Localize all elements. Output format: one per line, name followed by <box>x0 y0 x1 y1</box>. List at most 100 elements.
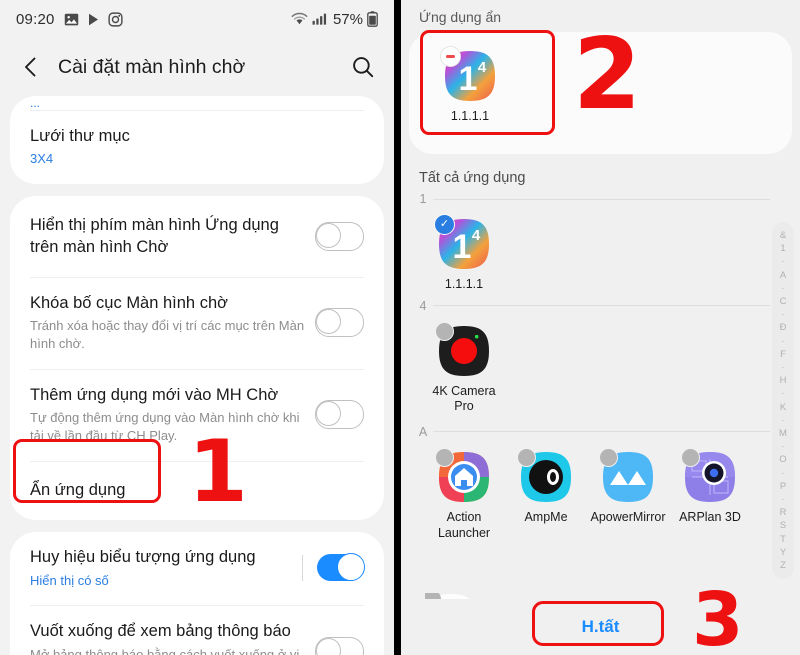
step-number-1: 1 <box>188 422 248 522</box>
alphabet-index-letter[interactable]: · <box>781 387 784 400</box>
back-arrow-icon[interactable] <box>18 54 44 80</box>
setting-title: Khóa bố cục Màn hình chờ <box>30 293 228 312</box>
app-item[interactable]: 1 4 ✓ 1.1.1.1 <box>423 214 505 293</box>
hidden-app-item[interactable]: 1 4 1.1.1.1 <box>429 46 511 125</box>
setting-title: Lưới thư mục <box>30 127 130 145</box>
app-icon-arplan-3d <box>681 447 736 503</box>
setting-row-lock-layout[interactable]: Khóa bố cục Màn hình chờ Tránh xóa hoặc … <box>10 278 384 369</box>
group-index-letter: A <box>418 424 428 439</box>
setting-row-show-apps-key[interactable]: Hiển thị phím màn hình Ứng dụng trên màn… <box>10 196 384 277</box>
status-right-icons: 57% <box>291 11 378 28</box>
dot-badge-icon[interactable] <box>435 447 454 467</box>
toggle-add-new-apps[interactable] <box>315 399 364 429</box>
alphabet-index-letter[interactable]: F <box>780 348 786 361</box>
done-button[interactable]: H.tất <box>582 617 620 637</box>
alphabet-index-letter[interactable]: Đ <box>780 321 787 334</box>
alphabet-index-letter[interactable]: · <box>781 493 784 506</box>
settings-card-grid: ... Lưới thư mục 3X4 <box>10 96 384 185</box>
app-group-4: 4K Camera Pro <box>401 313 800 415</box>
divider <box>302 554 303 581</box>
setting-title: Vuốt xuống để xem bảng thông báo <box>30 622 291 641</box>
settings-card-badges: Huy hiệu biểu tượng ứng dụng Hiển thị có… <box>10 532 384 655</box>
app-label: AmpMe <box>524 509 568 524</box>
app-item[interactable]: ARPlan 3D <box>669 447 751 541</box>
divider <box>433 305 770 307</box>
group-header-4: 4 <box>401 299 800 313</box>
gallery-icon <box>64 12 79 27</box>
alphabet-index-letter[interactable]: & <box>780 229 786 242</box>
app-label: 4K Camera Pro <box>432 383 496 414</box>
alphabet-index-letter[interactable]: Z <box>780 559 786 572</box>
group-index-letter: 1 <box>419 192 427 206</box>
alphabet-index-letter[interactable]: · <box>781 361 784 374</box>
panel-divider <box>394 0 401 655</box>
alphabet-index-letter[interactable]: P <box>780 480 786 493</box>
svg-text:4: 4 <box>472 227 481 244</box>
alphabet-index-letter[interactable]: · <box>781 335 784 348</box>
alphabet-index-letter[interactable]: · <box>781 308 784 321</box>
app-label: ApowerMirror <box>590 509 666 524</box>
app-bar: Cài đặt màn hình chờ <box>0 38 394 96</box>
setting-subtitle: Tránh xóa hoặc thay đổi vị trí các mục t… <box>30 318 305 351</box>
app-item[interactable]: 4K Camera Pro <box>423 321 505 415</box>
setting-row-swipe-notification[interactable]: Vuốt xuống để xem bảng thông báo Mở bảng… <box>10 606 384 655</box>
divider <box>433 198 770 200</box>
setting-subtitle: Tự động thêm ứng dụng vào Màn hình chờ k… <box>30 410 300 444</box>
setting-subtitle: Mở bảng thông báo bằng cách vuốt xuống ở… <box>30 646 300 655</box>
all-apps-heading: Tất cả ứng dụng <box>419 170 526 186</box>
alphabet-index-letter[interactable]: · <box>781 255 784 268</box>
play-store-icon <box>86 12 101 27</box>
alphabet-index-letter[interactable]: R <box>780 506 787 519</box>
app-item[interactable]: Action Launcher <box>423 447 505 541</box>
alphabet-index-letter[interactable]: M <box>779 427 787 440</box>
dot-badge-icon[interactable] <box>435 321 454 341</box>
app-group-1: 1 4 ✓ 1.1.1.1 <box>401 206 800 293</box>
app-label: 1.1.1.1 <box>444 277 484 291</box>
setting-title: Hiển thị phím màn hình Ứng dụng trên màn… <box>30 216 279 257</box>
divider <box>433 431 770 433</box>
alphabet-index-letter[interactable]: O <box>779 453 786 466</box>
toggle-app-badges[interactable] <box>317 553 365 582</box>
alphabet-index-letter[interactable]: Y <box>780 546 786 559</box>
check-badge-icon[interactable]: ✓ <box>434 214 455 235</box>
alphabet-index-letter[interactable]: · <box>781 440 784 453</box>
alphabet-index-letter[interactable]: A <box>780 269 786 282</box>
right-phone-screen: Ứng dụng ẩn 1 4 1.1.1.1 Tất cả ứng dụng … <box>401 0 800 655</box>
group-index-letter: 4 <box>419 298 427 313</box>
toggle-swipe-notification[interactable] <box>315 636 364 655</box>
alphabet-index-letter[interactable]: K <box>780 401 786 414</box>
app-group-a: Action Launcher AmpMe ApowerMirror ARPla… <box>401 439 800 541</box>
alphabet-index-letter[interactable]: · <box>781 467 784 480</box>
alphabet-index-rail[interactable]: & 1 · A · C · Đ · F · H · K · M · O · P · R S T Y Z <box>772 222 794 580</box>
alphabet-index-letter[interactable]: 1 <box>780 242 785 255</box>
alphabet-index-letter[interactable]: T <box>780 533 786 546</box>
svg-text:4: 4 <box>478 59 487 76</box>
status-notification-icons <box>64 11 123 27</box>
left-phone-screen: 09:20 57% Cài đặt màn hình chờ ... Lưới … <box>0 0 394 655</box>
toggle-show-apps-key[interactable] <box>315 221 364 251</box>
minus-badge-icon[interactable] <box>440 46 461 67</box>
alphabet-index-letter[interactable]: H <box>780 374 787 387</box>
setting-row-app-badges[interactable]: Huy hiệu biểu tượng ứng dụng Hiển thị có… <box>10 532 384 605</box>
battery-percent: 57% <box>332 10 363 28</box>
dot-badge-icon[interactable] <box>517 447 536 467</box>
svg-text:1: 1 <box>459 60 478 98</box>
app-item[interactable]: AmpMe <box>505 447 587 541</box>
alphabet-index-letter[interactable]: S <box>780 519 786 532</box>
app-item[interactable]: ApowerMirror <box>587 447 669 541</box>
alphabet-index-letter[interactable]: C <box>780 295 787 308</box>
search-icon[interactable] <box>350 54 376 80</box>
alphabet-index-letter[interactable]: · <box>781 414 784 427</box>
toggle-lock-layout[interactable] <box>315 307 364 337</box>
app-icon-action-launcher <box>435 447 490 503</box>
dot-badge-icon[interactable] <box>599 447 618 467</box>
app-icon-1111: 1 4 <box>440 46 496 102</box>
settings-scroll-area[interactable]: ... Lưới thư mục 3X4 Hiển thị phím màn h… <box>0 96 394 655</box>
setting-row-folder-grid[interactable]: Lưới thư mục 3X4 <box>10 111 384 184</box>
app-icon-4k-camera-pro <box>435 321 490 377</box>
step-number-3: 3 <box>692 577 744 655</box>
alphabet-index-letter[interactable]: · <box>781 282 784 295</box>
dot-badge-icon[interactable] <box>681 447 700 467</box>
setting-title: Thêm ứng dụng mới vào MH Chờ <box>30 385 279 404</box>
setting-subtitle: 3X4 <box>30 151 54 167</box>
